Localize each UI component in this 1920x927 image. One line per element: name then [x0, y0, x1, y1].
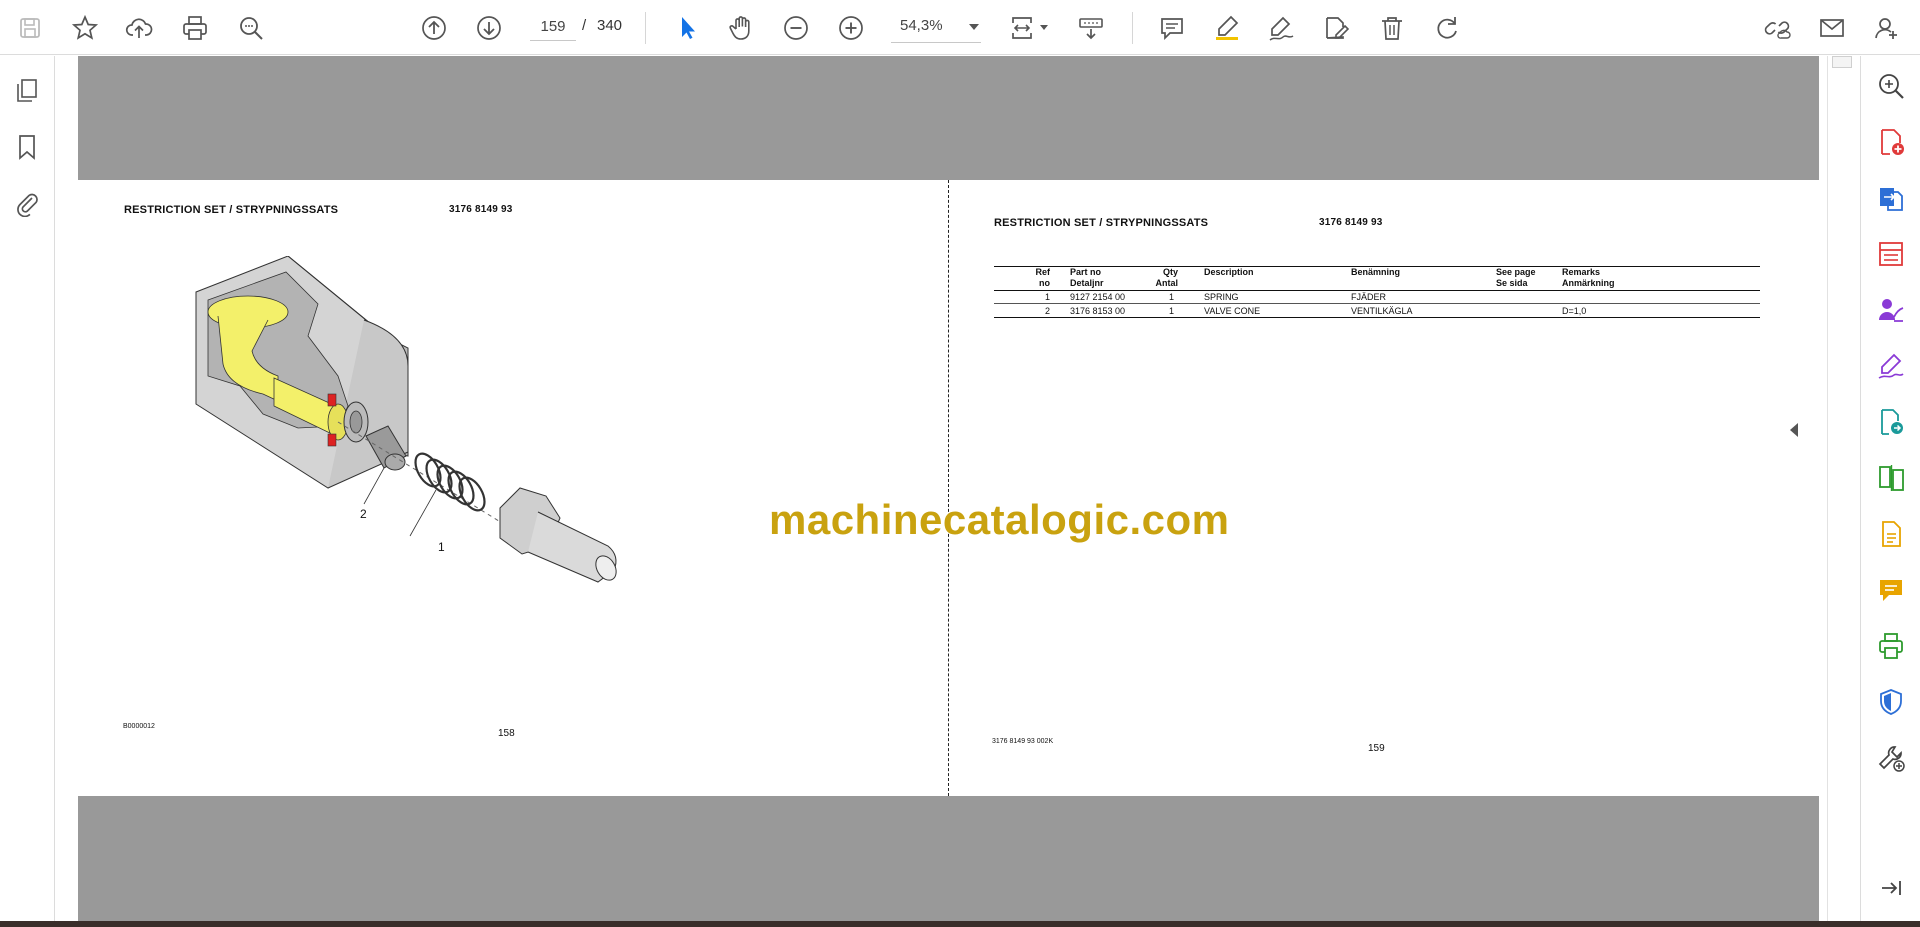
col-part-no-sv: Detaljnr	[1070, 278, 1104, 288]
more-tools-icon[interactable]	[1873, 740, 1909, 776]
bookmarks-icon[interactable]	[8, 128, 46, 166]
left-page-part-number: 3176 8149 93	[449, 204, 513, 215]
page-total: 340	[597, 17, 623, 34]
scrollbar-thumb[interactable]	[1832, 56, 1852, 68]
delete-icon[interactable]	[1373, 9, 1411, 47]
watermark: machinecatalogic.com	[769, 496, 1230, 543]
callout-1: 1	[438, 540, 445, 554]
top-toolbar: / 340 54,3%	[0, 0, 1920, 55]
right-tools-pane	[1860, 56, 1920, 921]
right-page-part-number: 3176 8149 93	[1319, 217, 1383, 228]
draw-icon[interactable]	[1262, 9, 1300, 47]
table-cell: FJÄDER	[1351, 292, 1387, 302]
zoom-in-icon[interactable]	[832, 9, 870, 47]
table-rule-header	[994, 290, 1760, 291]
right-pane-expand-icon[interactable]	[1790, 423, 1798, 437]
col-remarks: Remarks	[1562, 267, 1601, 277]
comment-tool-icon[interactable]	[1873, 572, 1909, 608]
col-benamning: Benämning	[1351, 267, 1401, 277]
request-signatures-icon[interactable]	[1873, 292, 1909, 328]
table-cell: 9127 2154 00	[1070, 292, 1126, 302]
left-page-number: 158	[498, 728, 515, 739]
col-description: Description	[1204, 267, 1254, 277]
page-separator: /	[582, 17, 587, 34]
zoom-value: 54,3%	[900, 17, 943, 34]
hand-tool-icon[interactable]	[722, 9, 760, 47]
taskbar-strip	[0, 921, 1920, 927]
col-qty: Qty	[1162, 267, 1178, 277]
col-qty-sv: Antal	[1155, 278, 1179, 288]
col-see-page: See page	[1496, 267, 1536, 277]
col-remarks-sv: Anmärkning	[1562, 278, 1615, 288]
account-add-icon[interactable]	[1868, 9, 1906, 47]
document-viewport[interactable]: RESTRICTION SET / STRYPNINGSSATS 3176 81…	[56, 56, 1860, 921]
right-page-title: RESTRICTION SET / STRYPNINGSSATS	[994, 217, 1209, 229]
highlight-icon[interactable]	[1208, 9, 1246, 47]
page-thumbnails-icon[interactable]	[8, 72, 46, 110]
attachments-icon[interactable]	[8, 184, 46, 222]
export-pdf-icon[interactable]	[1873, 180, 1909, 216]
edit-text-icon[interactable]	[1317, 9, 1355, 47]
upload-cloud-icon[interactable]	[120, 9, 158, 47]
right-page-number: 159	[1368, 743, 1385, 754]
select-tool-icon[interactable]	[668, 9, 706, 47]
table-cell: 1	[1168, 306, 1174, 316]
table-rule-bottom	[994, 317, 1760, 318]
toolbar-separator	[1132, 12, 1133, 44]
exploded-view-drawing	[195, 256, 617, 583]
search-zoom-icon[interactable]	[1873, 68, 1909, 104]
fill-sign-icon[interactable]	[1873, 348, 1909, 384]
chevron-down-icon	[969, 24, 979, 30]
vertical-scrollbar[interactable]	[1827, 56, 1860, 921]
save-icon[interactable]	[11, 9, 49, 47]
col-part-no: Part no	[1070, 267, 1102, 277]
organize-pages-icon[interactable]	[1873, 236, 1909, 272]
page-gap-bottom	[78, 796, 1819, 921]
protect-icon[interactable]	[1873, 684, 1909, 720]
figure-id: B0000012	[123, 723, 155, 730]
page-gap-top	[78, 56, 1819, 180]
print-icon[interactable]	[176, 9, 214, 47]
scroll-mode-icon[interactable]	[1072, 9, 1110, 47]
pdf-viewer-app: / 340 54,3%	[0, 0, 1920, 927]
table-cell: SPRING	[1204, 292, 1239, 302]
compare-files-icon[interactable]	[1873, 460, 1909, 496]
next-page-icon[interactable]	[470, 9, 508, 47]
fit-page-icon[interactable]	[1003, 9, 1041, 47]
table-cell: 3176 8153 00	[1070, 306, 1126, 316]
zoom-out-icon[interactable]	[777, 9, 815, 47]
left-navigation-pane	[0, 56, 55, 921]
table-cell: D=1,0	[1562, 306, 1587, 316]
callout-2: 2	[360, 507, 367, 521]
collapse-pane-icon[interactable]	[1873, 870, 1909, 906]
print-production-icon[interactable]	[1873, 628, 1909, 664]
send-for-review-icon[interactable]	[1873, 404, 1909, 440]
page-number-input[interactable]	[530, 13, 576, 41]
zoom-select[interactable]: 54,3%	[891, 13, 981, 43]
share-link-icon[interactable]	[1758, 9, 1796, 47]
rotate-icon[interactable]	[1428, 9, 1466, 47]
footer-code: 3176 8149 93 002K	[992, 738, 1054, 745]
previous-page-icon[interactable]	[415, 9, 453, 47]
table-cell: VALVE CONE	[1204, 306, 1261, 316]
page-divider	[948, 180, 949, 796]
find-icon[interactable]	[232, 9, 270, 47]
comment-icon[interactable]	[1153, 9, 1191, 47]
table-cell: 1	[1044, 292, 1050, 302]
scan-ocr-icon[interactable]	[1873, 516, 1909, 552]
col-see-page-sv: Se sida	[1496, 278, 1528, 288]
create-pdf-icon[interactable]	[1873, 124, 1909, 160]
table-cell: 1	[1168, 292, 1174, 302]
left-page-title: RESTRICTION SET / STRYPNINGSSATS	[124, 204, 339, 216]
col-ref-sv: no	[1039, 278, 1050, 288]
toolbar-separator	[645, 12, 646, 44]
col-ref: Ref	[1035, 267, 1050, 277]
table-rule-row	[994, 303, 1760, 304]
table-cell: 2	[1044, 306, 1050, 316]
page-spread: RESTRICTION SET / STRYPNINGSSATS 3176 81…	[78, 180, 1819, 796]
bookmark-star-icon[interactable]	[66, 9, 104, 47]
email-icon[interactable]	[1813, 9, 1851, 47]
fit-page-dropdown-caret[interactable]	[1040, 25, 1048, 30]
table-cell: VENTILKÄGLA	[1351, 306, 1413, 316]
